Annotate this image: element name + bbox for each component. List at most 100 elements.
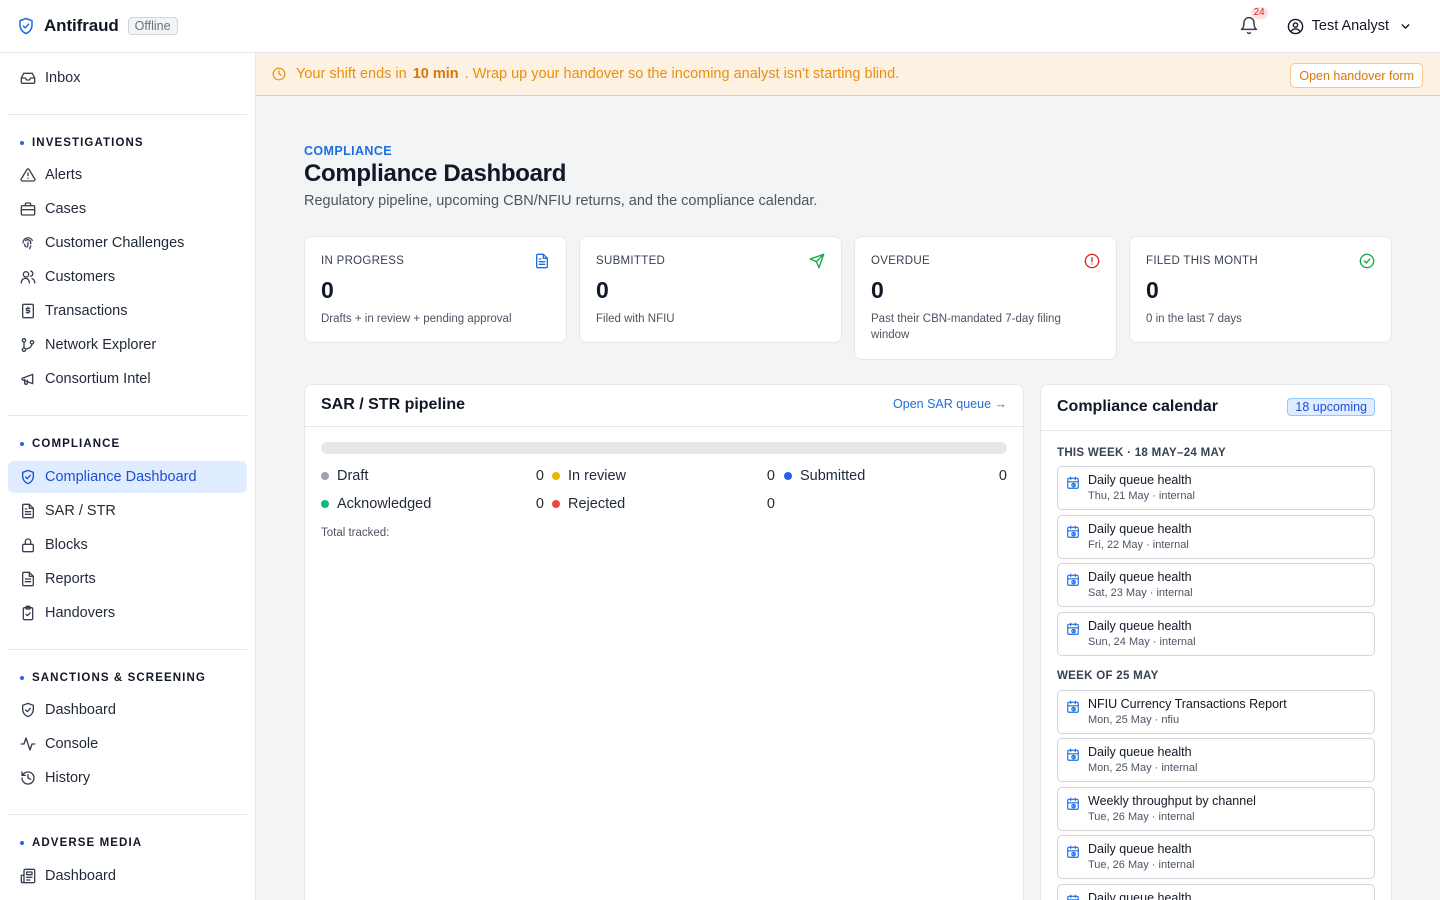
page-eyebrow: COMPLIANCE	[304, 144, 393, 158]
open-sar-queue-link[interactable]: Open SAR queue →	[893, 397, 1007, 411]
open-handover-form-button[interactable]: Open handover form	[1290, 63, 1423, 88]
stat-note: 0 in the last 7 days	[1146, 313, 1242, 325]
user-menu[interactable]: Test Analyst	[1287, 18, 1412, 35]
sidebar-item-label: Blocks	[45, 537, 88, 553]
calendar-event[interactable]: Daily queue health Fri, 22 May · internal	[1057, 515, 1375, 559]
sidebar-item-compliance-dashboard[interactable]: Compliance Dashboard	[8, 461, 247, 493]
brand[interactable]: Antifraud Offline	[17, 16, 178, 36]
user-circle-icon	[1287, 18, 1303, 34]
fingerprint-icon	[22, 237, 33, 250]
divider	[8, 814, 247, 815]
legend-draft: Draft 0	[321, 468, 544, 484]
notification-count: 24	[1250, 7, 1268, 19]
week-label: WEEK OF 25 MAY	[1057, 670, 1159, 682]
calendar-clock-icon	[1067, 573, 1079, 586]
stat-value: 0	[871, 277, 884, 303]
sidebar-item-reports[interactable]: Reports	[8, 563, 247, 595]
file-list-icon	[22, 571, 34, 587]
calendar-clock-icon	[1067, 700, 1079, 713]
sidebar-item-label: Network Explorer	[45, 337, 157, 353]
calendar-clock-icon	[1067, 797, 1079, 810]
sidebar-item-label: Cases	[45, 201, 87, 217]
calendar-clock-icon	[1067, 894, 1079, 900]
sidebar-item-customers[interactable]: Customers	[8, 261, 247, 293]
send-icon	[809, 253, 825, 269]
sidebar-item-console[interactable]: Console	[8, 728, 247, 760]
divider	[8, 114, 247, 115]
warning-triangle-icon	[20, 168, 36, 182]
sidebar-item-label: Reports	[45, 571, 96, 587]
notifications-button[interactable]: 24	[1239, 7, 1268, 36]
sidebar-item-label: Consortium Intel	[45, 371, 151, 387]
sidebar-item-label: Console	[45, 736, 99, 752]
stat-note: Past their CBN-mandated 7-day filing win…	[871, 313, 1061, 341]
pipeline-progress-bar	[321, 442, 1007, 454]
compliance-calendar-panel: Compliance calendar 18 upcoming THIS WEE…	[1040, 384, 1392, 900]
divider	[8, 649, 247, 650]
clock-icon	[272, 67, 286, 81]
sidebar-item-consortium-intel[interactable]: Consortium Intel	[8, 363, 247, 395]
stat-card-submitted: SUBMITTED 0 Filed with NFIU	[579, 236, 842, 343]
stat-label: FILED THIS MONTH	[1146, 255, 1258, 267]
sidebar-item-inbox[interactable]: Inbox	[8, 62, 247, 94]
total-tracked: Total tracked:	[321, 527, 390, 539]
legend-in-review: In review 0	[552, 468, 775, 484]
sidebar-item-sanctions-dashboard[interactable]: Dashboard	[8, 694, 247, 726]
calendar-event[interactable]: Daily queue health Tue, 26 May · internal	[1057, 835, 1375, 879]
calendar-event[interactable]: Daily queue health Mon, 25 May · internal	[1057, 738, 1375, 782]
stat-value: 0	[321, 277, 334, 303]
calendar-clock-icon	[1067, 525, 1079, 538]
calendar-event[interactable]: Daily queue health Sat, 23 May · internal	[1057, 563, 1375, 607]
legend-acknowledged: Acknowledged 0	[321, 496, 544, 512]
sidebar-item-handovers[interactable]: Handovers	[8, 597, 247, 629]
calendar-event[interactable]: Weekly throughput by channel Tue, 26 May …	[1057, 787, 1375, 831]
divider	[8, 415, 247, 416]
calendar-event[interactable]: Daily queue health	[1057, 884, 1375, 900]
shield-logo-icon	[19, 17, 33, 35]
sidebar-item-blocks[interactable]: Blocks	[8, 529, 247, 561]
calendar-clock-icon	[1067, 622, 1079, 635]
calendar-event[interactable]: Daily queue health Sun, 24 May · internal	[1057, 612, 1375, 656]
activity-icon	[20, 737, 36, 751]
calendar-clock-icon	[1067, 476, 1079, 489]
receipt-icon	[22, 303, 34, 319]
sidebar-item-history[interactable]: History	[8, 762, 247, 794]
week-label: THIS WEEK · 18 MAY–24 MAY	[1057, 447, 1226, 459]
calendar-clock-icon	[1067, 748, 1079, 761]
app-name: Antifraud	[44, 16, 119, 35]
sidebar-item-cases[interactable]: Cases	[8, 193, 247, 225]
chevron-down-icon	[1401, 23, 1410, 29]
document-icon	[536, 253, 548, 269]
megaphone-icon	[21, 373, 34, 385]
sidebar-item-alerts[interactable]: Alerts	[8, 159, 247, 191]
user-name: Test Analyst	[1311, 18, 1389, 34]
upcoming-badge: 18 upcoming	[1287, 398, 1375, 416]
sidebar-item-label: Dashboard	[45, 702, 116, 718]
stat-card-in-progress: IN PROGRESS 0 Drafts + in review + pendi…	[304, 236, 567, 343]
clipboard-check-icon	[22, 605, 34, 621]
sidebar-item-adverse-dashboard[interactable]: Dashboard	[8, 860, 247, 892]
sidebar-item-label: Handovers	[45, 605, 116, 621]
sidebar-item-label: Customers	[45, 269, 116, 285]
stat-card-filed-this-month: FILED THIS MONTH 0 0 in the last 7 days	[1129, 236, 1392, 343]
git-branch-icon	[21, 338, 35, 352]
lock-icon	[22, 538, 34, 553]
calendar-title: Compliance calendar	[1057, 398, 1218, 415]
sidebar-item-transactions[interactable]: Transactions	[8, 295, 247, 327]
calendar-event[interactable]: NFIU Currency Transactions Report Mon, 25…	[1057, 690, 1375, 734]
users-icon	[20, 270, 36, 284]
sidebar-item-label: SAR / STR	[45, 503, 116, 519]
check-circle-icon	[1359, 253, 1375, 269]
stat-value: 0	[596, 277, 609, 303]
shield-icon	[22, 702, 34, 718]
sidebar-item-customer-challenges[interactable]: Customer Challenges	[8, 227, 247, 259]
section-compliance: COMPLIANCE	[20, 438, 120, 450]
sidebar: Inbox INVESTIGATIONS Alerts Cases Custom…	[0, 53, 256, 900]
calendar-event[interactable]: Daily queue health Thu, 21 May · internal	[1057, 466, 1375, 510]
sidebar-item-network-explorer[interactable]: Network Explorer	[8, 329, 247, 361]
sidebar-item-label: History	[45, 770, 91, 786]
page-title: Compliance Dashboard	[304, 160, 567, 187]
sidebar-item-sar-str[interactable]: SAR / STR	[8, 495, 247, 527]
status-badge: Offline	[127, 17, 178, 35]
sidebar-item-label: Dashboard	[45, 868, 116, 884]
